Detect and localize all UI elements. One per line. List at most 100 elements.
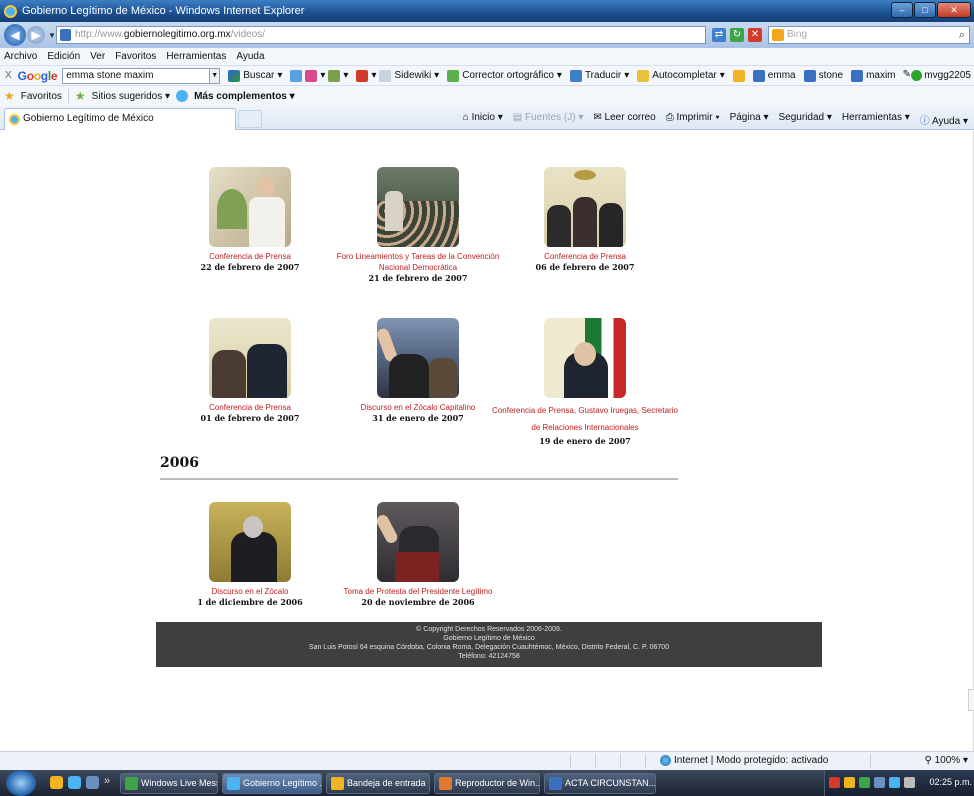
tray-icon[interactable] xyxy=(844,777,855,788)
volume-icon[interactable] xyxy=(904,777,915,788)
maximize-button[interactable]: □ xyxy=(914,2,936,18)
video-thumbnail[interactable] xyxy=(209,167,291,247)
more-addons-button[interactable]: Más complementos ▾ xyxy=(194,91,295,102)
menu-ver[interactable]: Ver xyxy=(90,51,105,62)
video-item[interactable]: Conferencia de Prensa 01 de febrero de 2… xyxy=(155,318,345,424)
search-input[interactable]: Bing ⌕ xyxy=(768,26,970,44)
search-term-maxim[interactable]: maxim xyxy=(851,69,896,82)
safety-menu-button[interactable]: Seguridad ▾ xyxy=(779,112,832,127)
video-caption[interactable]: Foro Lineamientos y Tareas de la Convenc… xyxy=(323,251,513,273)
mail-icon xyxy=(331,777,344,790)
start-button[interactable] xyxy=(6,770,36,796)
add-favorite-icon[interactable]: ★ xyxy=(75,89,86,103)
video-caption[interactable]: Conferencia de Prensa xyxy=(490,251,680,262)
zoom-control[interactable]: ⚲ 100% ▾ xyxy=(925,755,969,766)
favorites-star-icon[interactable]: ★ xyxy=(4,89,15,103)
address-field[interactable]: http://www.gobiernolegitimo.org.mx/video… xyxy=(56,26,706,44)
video-item[interactable]: Toma de Protesta del Presidente Legítimo… xyxy=(323,502,513,608)
tray-icon[interactable] xyxy=(829,777,840,788)
zoom-level: 100% xyxy=(934,755,961,766)
tray-icon[interactable] xyxy=(859,777,870,788)
menu-herramientas[interactable]: Herramientas xyxy=(166,51,226,62)
video-caption[interactable]: Discurso en el Zócalo xyxy=(155,586,345,597)
network-icon[interactable] xyxy=(889,777,900,788)
person-left xyxy=(547,205,571,247)
taskbar-item[interactable]: Reproductor de Win... xyxy=(434,773,540,794)
url-prefix: http://www. xyxy=(75,29,124,40)
window-title-bar[interactable]: Gobierno Legítimo de México - Windows In… xyxy=(0,0,974,22)
video-thumbnail[interactable] xyxy=(377,502,459,582)
taskbar-item[interactable]: Bandeja de entrada ... xyxy=(326,773,430,794)
search-icon[interactable]: ⌕ xyxy=(959,27,965,43)
tools-menu-button[interactable]: Herramientas ▾ xyxy=(842,112,910,127)
video-date: 01 de febrero de 2007 xyxy=(200,413,300,423)
forward-button[interactable]: ▶ xyxy=(27,26,45,44)
security-zone[interactable]: Internet | Modo protegido: activado xyxy=(660,755,828,766)
video-item[interactable]: Conferencia de Prensa, Gustavo Iruegas, … xyxy=(490,318,680,447)
favorites-button[interactable]: Favoritos xyxy=(21,91,62,102)
quick-launch-icon[interactable] xyxy=(50,776,63,789)
home-button[interactable]: ⌂ Inicio ▾ xyxy=(463,112,503,127)
feeds-button[interactable]: ▤ Fuentes (J) ▾ xyxy=(513,112,584,127)
video-thumbnail[interactable] xyxy=(377,318,459,398)
menu-favoritos[interactable]: Favoritos xyxy=(115,51,156,62)
footer-copyright: © Copyright Derechos Reservados 2006-200… xyxy=(416,626,562,633)
video-item[interactable]: Discurso en el Zócalo 1 de diciembre de … xyxy=(155,502,345,608)
google-extra-buttons[interactable]: ▾ ▾ xyxy=(290,69,348,82)
window-controls: – □ ✕ xyxy=(891,2,971,18)
video-caption[interactable]: Toma de Protesta del Presidente Legítimo xyxy=(323,586,513,597)
page-menu-button[interactable]: Página ▾ xyxy=(730,112,769,127)
video-thumbnail[interactable] xyxy=(544,167,626,247)
command-bar: ⌂ Inicio ▾ ▤ Fuentes (J) ▾ ✉ Leer correo… xyxy=(463,112,968,127)
video-thumbnail[interactable] xyxy=(544,318,626,398)
tray-icon[interactable] xyxy=(874,777,885,788)
tab-gobierno-legitimo[interactable]: Gobierno Legítimo de México xyxy=(4,108,236,130)
quick-launch-icon[interactable] xyxy=(86,776,99,789)
suggested-sites-button[interactable]: Sitios sugeridos ▾ xyxy=(92,91,170,102)
google-search-dropdown-icon[interactable]: ▼ xyxy=(210,67,221,84)
back-button[interactable]: ◀ xyxy=(4,24,26,46)
minimize-button[interactable]: – xyxy=(891,2,913,18)
highlight-button[interactable] xyxy=(732,69,745,82)
new-tab-button[interactable] xyxy=(238,110,262,128)
page-side-handle[interactable] xyxy=(968,689,974,711)
video-item[interactable]: Foro Lineamientos y Tareas de la Convenc… xyxy=(323,167,513,284)
read-mail-button[interactable]: ✉ Leer correo xyxy=(593,112,655,127)
menu-archivo[interactable]: Archivo xyxy=(4,51,37,62)
video-thumbnail[interactable] xyxy=(377,167,459,247)
video-item[interactable]: Conferencia de Prensa 06 de febrero de 2… xyxy=(490,167,680,273)
google-account[interactable]: mvgg2205 xyxy=(910,70,971,81)
google-search-input[interactable]: emma stone maxim xyxy=(62,67,211,84)
quick-launch-icon[interactable] xyxy=(68,776,81,789)
video-item[interactable]: Discurso en el Zócalo Capitalino 31 de e… xyxy=(323,318,513,424)
stop-icon[interactable]: ✕ xyxy=(748,28,762,42)
more-chevron-icon[interactable]: » xyxy=(104,775,110,787)
video-caption[interactable]: Conferencia de Prensa, Gustavo Iruegas, … xyxy=(490,402,680,436)
print-button[interactable]: ⎙ Imprimir ▾ xyxy=(666,112,720,127)
taskbar-item[interactable]: Windows Live Mess... xyxy=(120,773,218,794)
refresh-icon[interactable]: ↻ xyxy=(730,28,744,42)
google-toolbar-close-icon[interactable]: X xyxy=(5,70,12,81)
corrector-button[interactable]: Corrector ortográfico ▾ xyxy=(447,69,562,82)
buscar-button[interactable]: Buscar ▾ xyxy=(228,69,282,82)
compatibility-icon[interactable]: ⇄ xyxy=(712,28,726,42)
close-button[interactable]: ✕ xyxy=(937,2,971,18)
traducir-button[interactable]: Traducir ▾ xyxy=(569,69,629,82)
video-caption[interactable]: Conferencia de Prensa xyxy=(155,251,345,262)
video-caption[interactable]: Discurso en el Zócalo Capitalino xyxy=(323,402,513,413)
taskbar-item[interactable]: Gobierno Legítimo ... xyxy=(222,773,322,794)
sidewiki-button[interactable]: ▾ Sidewiki ▾ xyxy=(356,69,439,82)
video-caption[interactable]: Conferencia de Prensa xyxy=(155,402,345,413)
video-thumbnail[interactable] xyxy=(209,318,291,398)
autocompletar-button[interactable]: Autocompletar ▾ xyxy=(637,69,725,82)
taskbar-item[interactable]: ACTA CIRCUNSTAN... xyxy=(544,773,656,794)
video-date: 19 de enero de 2007 xyxy=(539,436,631,446)
help-menu-button[interactable]: ⓘ Ayuda ▾ xyxy=(920,112,968,127)
menu-ayuda[interactable]: Ayuda xyxy=(236,51,264,62)
search-term-stone[interactable]: stone xyxy=(803,69,843,82)
video-thumbnail[interactable] xyxy=(209,502,291,582)
video-item[interactable]: Conferencia de Prensa 22 de febrero de 2… xyxy=(155,167,345,273)
menu-edicion[interactable]: Edición xyxy=(47,51,80,62)
search-term-emma[interactable]: emma xyxy=(752,69,796,82)
taskbar-clock[interactable]: 02:25 p.m. xyxy=(929,777,972,787)
